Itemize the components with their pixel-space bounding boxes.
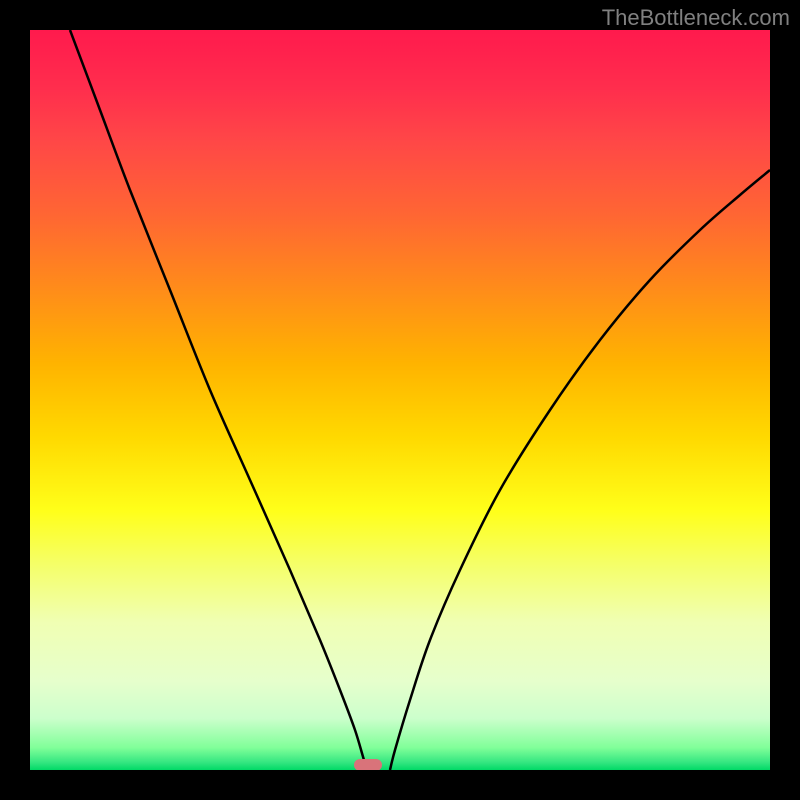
chart-curves [30, 30, 770, 770]
bottleneck-marker [354, 759, 382, 770]
left-curve [70, 30, 368, 770]
right-curve [390, 170, 770, 770]
watermark-text: TheBottleneck.com [602, 5, 790, 31]
plot-area [30, 30, 770, 770]
